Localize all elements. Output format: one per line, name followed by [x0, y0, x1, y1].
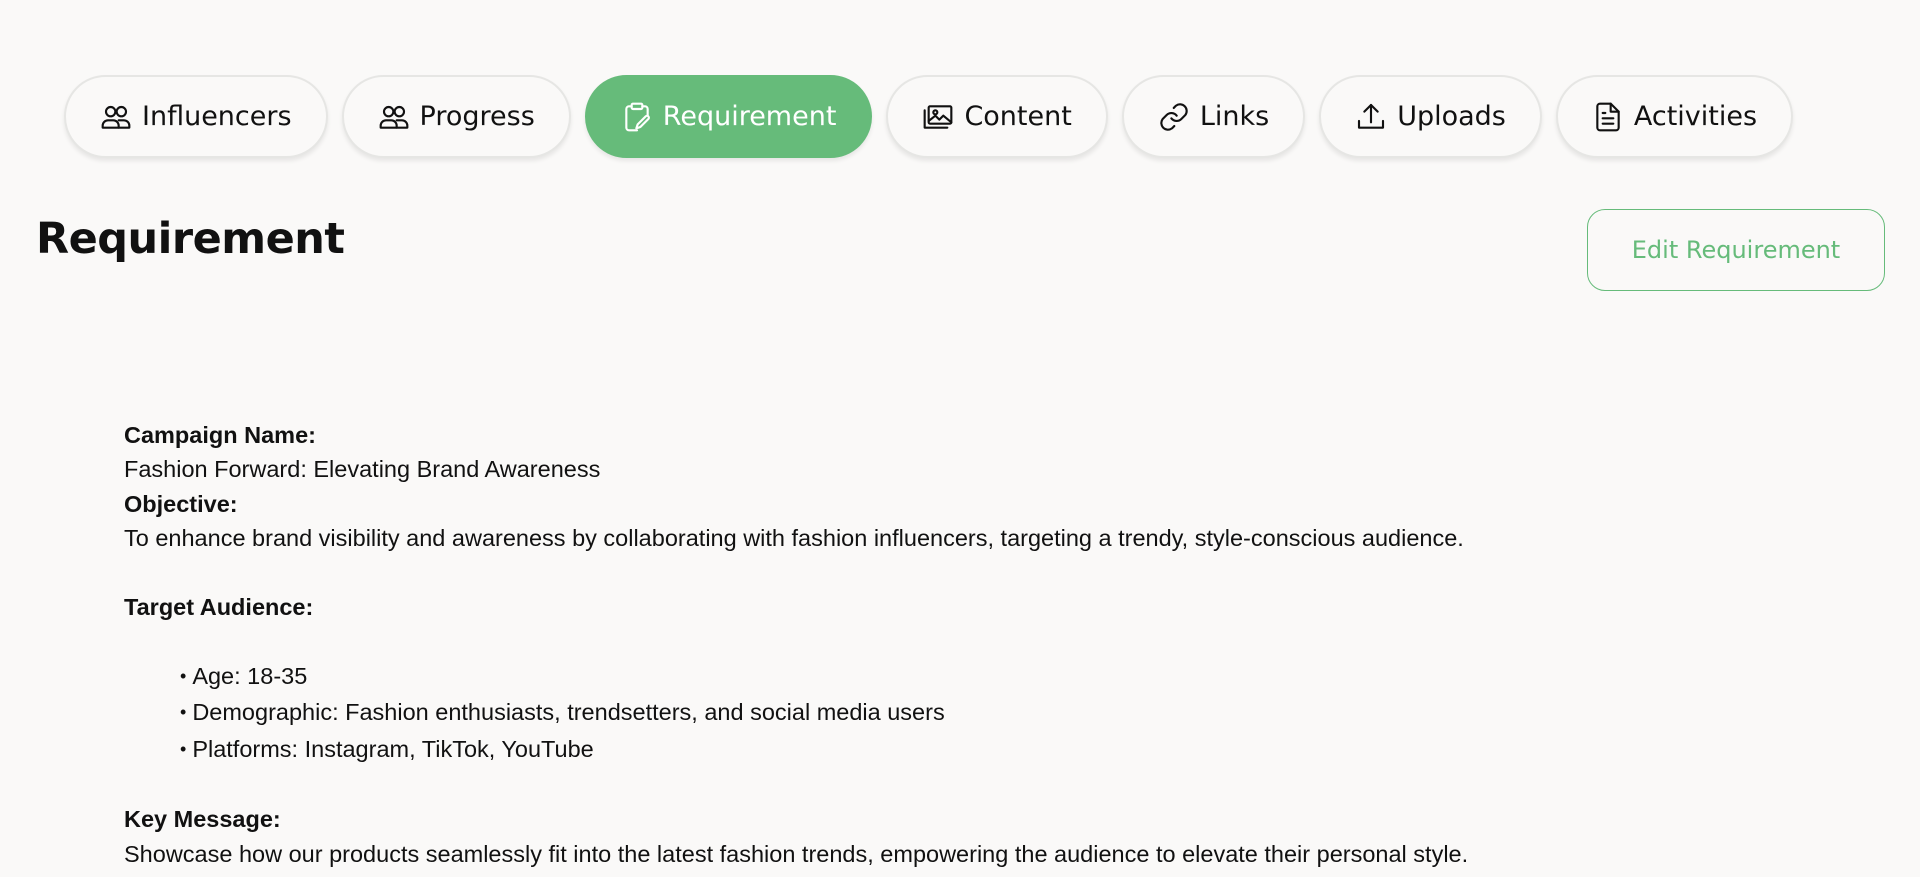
tab-bar: Influencers Progress Requirement Content	[64, 75, 1794, 158]
tab-label: Requirement	[662, 101, 837, 132]
list-item: Demographic: Fashion enthusiasts, trends…	[180, 695, 1468, 731]
link-icon	[1160, 102, 1188, 131]
tab-requirement[interactable]: Requirement	[584, 75, 873, 158]
tab-label: Progress	[419, 101, 535, 132]
target-audience-label: Target Audience:	[124, 594, 314, 621]
tab-content[interactable]: Content	[886, 75, 1108, 158]
tab-label: Influencers	[142, 101, 292, 132]
tab-uploads[interactable]: Uploads	[1319, 75, 1542, 158]
key-message-label: Key Message:	[124, 806, 281, 833]
edit-requirement-button[interactable]: Edit Requirement	[1587, 209, 1885, 291]
tab-progress[interactable]: Progress	[341, 75, 571, 158]
tab-links[interactable]: Links	[1121, 75, 1306, 158]
campaign-name-value: Fashion Forward: Elevating Brand Awarene…	[124, 456, 601, 483]
list-item: Age: 18-35	[180, 659, 1468, 695]
tab-influencers[interactable]: Influencers	[64, 75, 328, 158]
tab-label: Uploads	[1397, 101, 1506, 132]
tab-label: Links	[1199, 101, 1270, 132]
users-icon	[101, 105, 131, 129]
audience-list: Age: 18-35 Demographic: Fashion enthusia…	[124, 659, 1468, 768]
key-message-value: Showcase how our products seamlessly fit…	[124, 840, 1469, 867]
document-icon	[1596, 102, 1620, 131]
objective-value: To enhance brand visibility and awarenes…	[124, 525, 1464, 552]
tab-label: Content	[964, 101, 1072, 132]
clipboard-edit-icon	[625, 102, 650, 131]
images-icon	[924, 104, 953, 129]
campaign-name-label: Campaign Name:	[124, 422, 316, 448]
tab-label: Activities	[1633, 101, 1758, 132]
list-item: Platforms: Instagram, TikTok, YouTube	[180, 732, 1468, 768]
upload-icon	[1358, 103, 1385, 129]
objective-label: Objective:	[124, 490, 238, 517]
users-icon	[379, 105, 408, 129]
requirement-details: Campaign Name: Fashion Forward: Elevatin…	[124, 418, 1468, 871]
page-title: Requirement	[36, 214, 345, 264]
tab-activities[interactable]: Activities	[1555, 75, 1794, 158]
